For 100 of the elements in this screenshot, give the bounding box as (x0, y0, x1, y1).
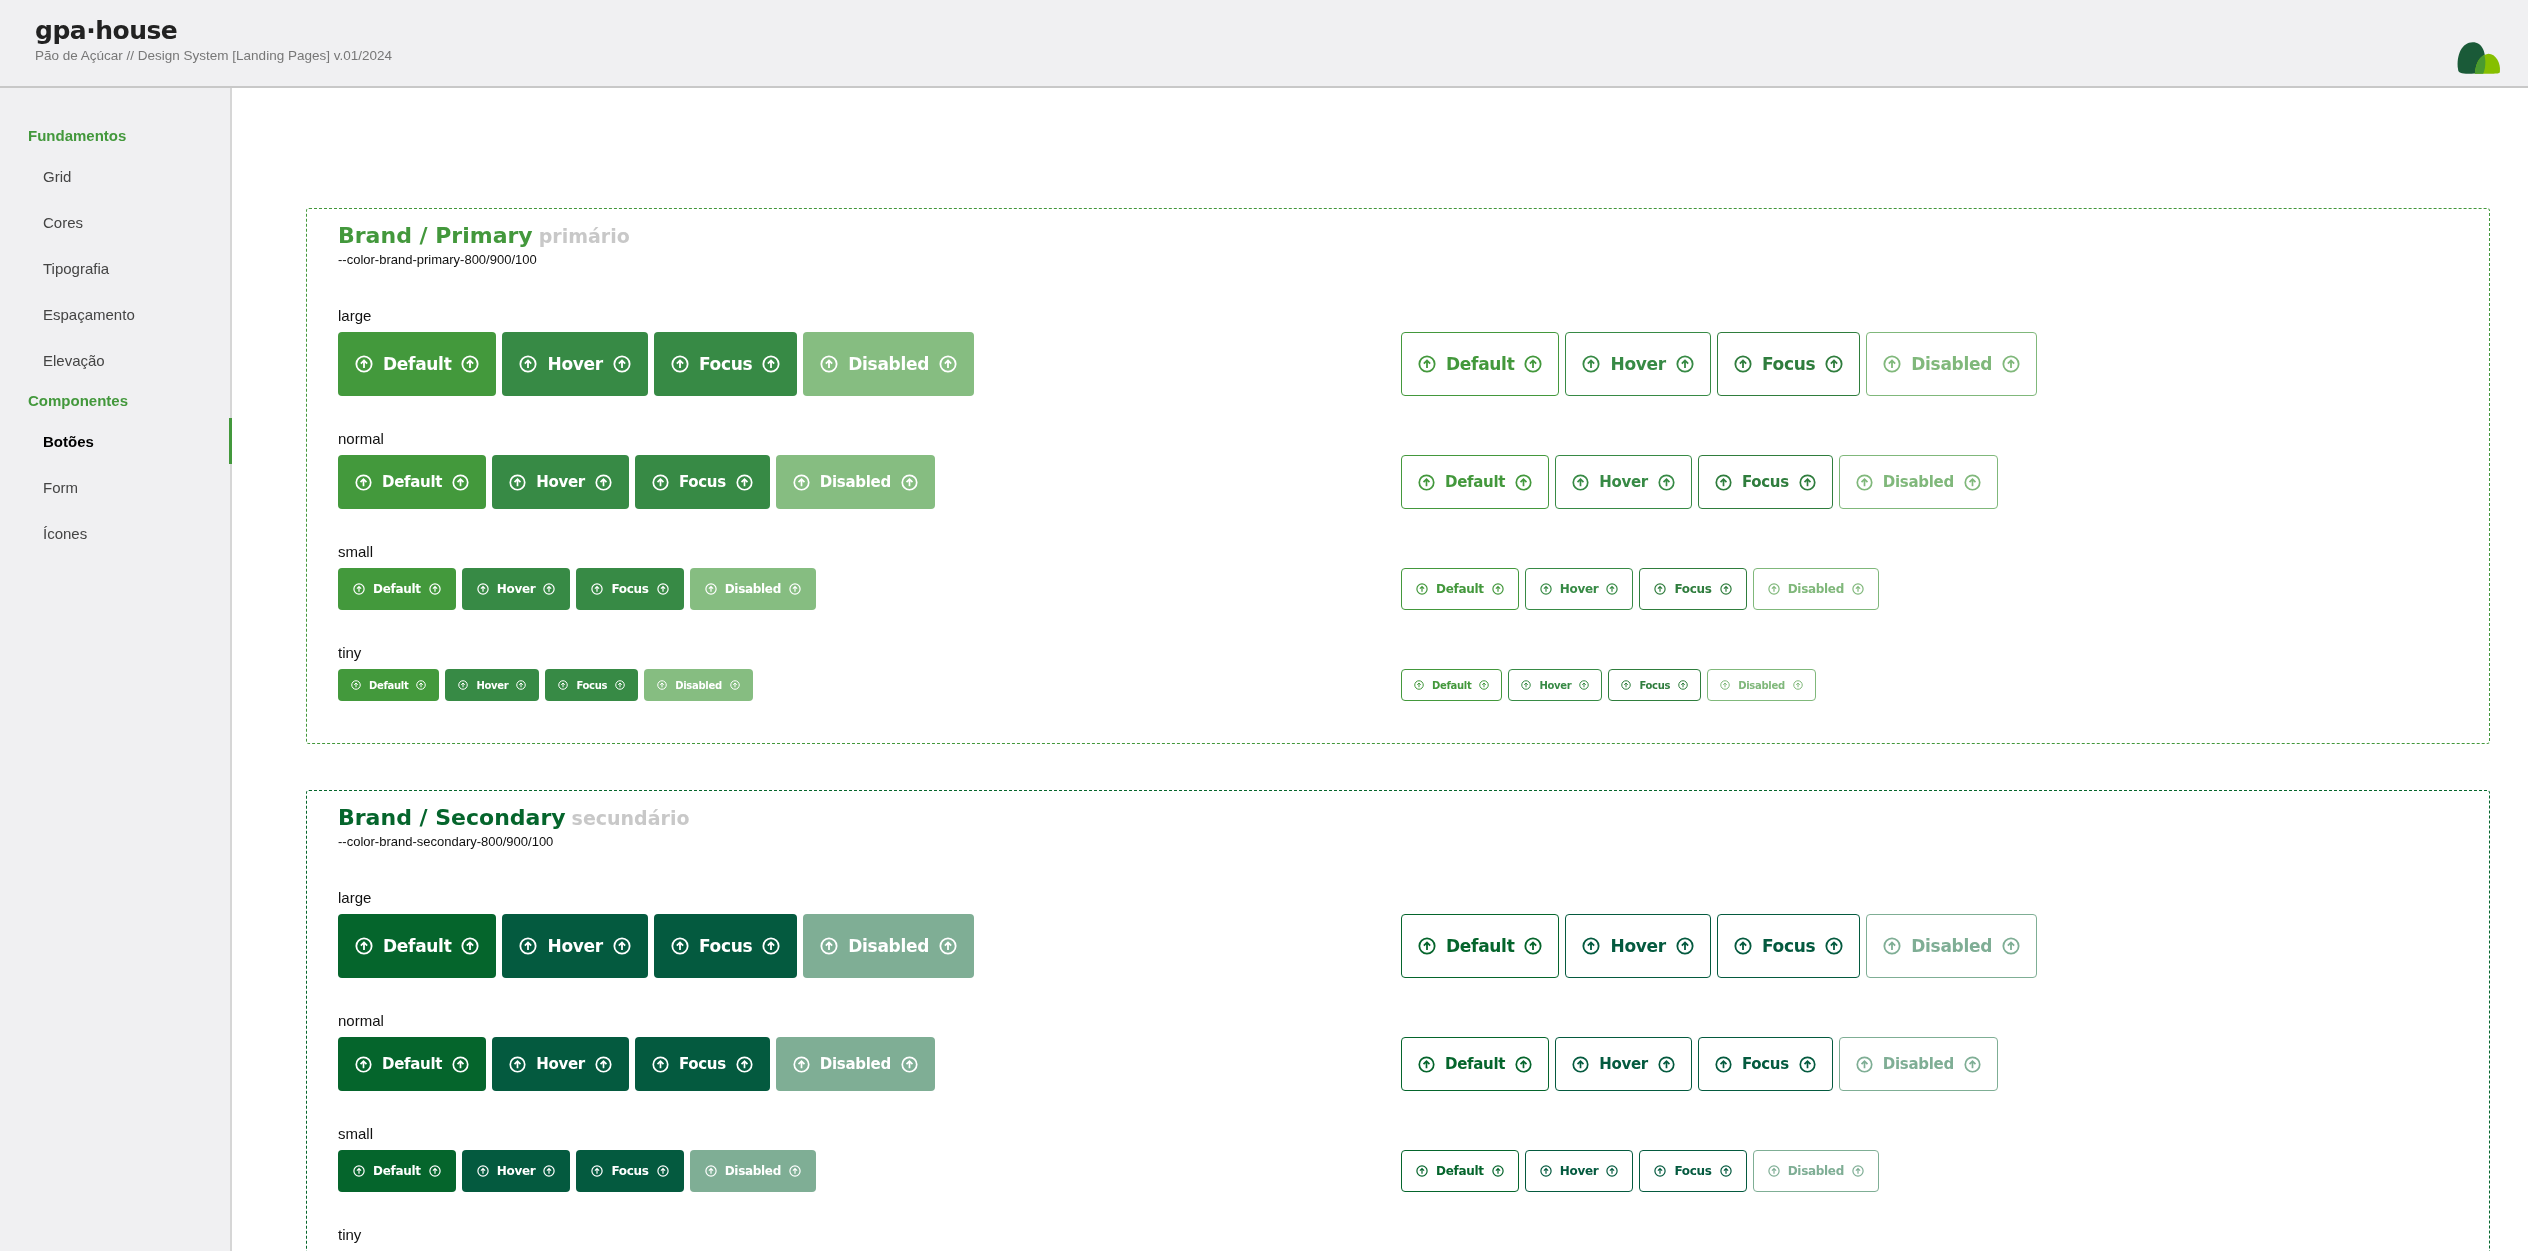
sidebar-item[interactable]: Ícones (0, 510, 232, 556)
arrow-up-circle-icon (476, 583, 489, 595)
outline-button[interactable]: Default (1401, 1037, 1550, 1091)
outline-button[interactable]: Disabled (1752, 1150, 1879, 1192)
arrow-up-circle-icon (612, 355, 631, 373)
filled-button[interactable]: Default (338, 1037, 487, 1091)
sidebar-item[interactable]: Cores (0, 199, 232, 245)
arrow-up-circle-icon (458, 680, 469, 690)
arrow-up-circle-icon (789, 583, 801, 595)
arrow-up-circle-icon (351, 680, 361, 690)
filled-button[interactable]: Disabled (803, 914, 975, 978)
arrow-up-circle-icon (1767, 1165, 1780, 1177)
outline-button[interactable]: Focus (1697, 1037, 1833, 1091)
filled-button[interactable]: Disabled (803, 332, 975, 396)
filled-button[interactable]: Hover (445, 669, 540, 701)
outline-button[interactable]: Hover (1565, 914, 1711, 978)
filled-button[interactable]: Focus (653, 914, 798, 978)
filled-button[interactable]: Default (338, 568, 456, 610)
filled-button[interactable]: Focus (634, 455, 770, 509)
outline-button[interactable]: Hover (1565, 332, 1711, 396)
filled-button[interactable]: Hover (502, 332, 648, 396)
outline-button[interactable]: Hover (1524, 1150, 1634, 1192)
outline-button[interactable]: Focus (1697, 455, 1833, 509)
arrow-up-circle-icon (355, 473, 372, 491)
filled-button[interactable]: Hover (492, 455, 629, 509)
filled-button[interactable]: Default (338, 455, 487, 509)
outline-button[interactable]: Focus (1608, 669, 1702, 701)
outline-button[interactable]: Focus (1639, 1150, 1747, 1192)
outline-button[interactable]: Default (1401, 914, 1560, 978)
arrow-up-circle-icon (1606, 1165, 1619, 1177)
arrow-up-circle-icon (1798, 473, 1816, 491)
arrow-up-circle-icon (1792, 680, 1803, 690)
outline-button[interactable]: Default (1401, 455, 1550, 509)
size-label: normal (338, 430, 385, 447)
arrow-up-circle-icon (792, 473, 810, 491)
outline-button[interactable]: Hover (1555, 1037, 1692, 1091)
filled-button[interactable]: Hover (492, 1037, 629, 1091)
size-label: tiny (338, 1226, 363, 1243)
arrow-up-circle-icon (416, 680, 427, 690)
outline-button[interactable]: Disabled (1838, 1037, 1998, 1091)
outline-button[interactable]: Disabled (1866, 332, 2038, 396)
outline-button[interactable]: Default (1401, 669, 1503, 701)
outline-button[interactable]: Default (1401, 568, 1519, 610)
arrow-up-circle-icon (789, 1165, 801, 1177)
outline-button[interactable]: Focus (1716, 332, 1861, 396)
sidebar-item[interactable]: Tipografia (0, 245, 232, 291)
filled-button[interactable]: Disabled (689, 568, 816, 610)
outline-button[interactable]: Disabled (1866, 914, 2038, 978)
arrow-up-circle-icon (543, 1165, 556, 1177)
filled-button[interactable]: Default (338, 332, 497, 396)
filled-button[interactable]: Focus (576, 568, 684, 610)
filled-button[interactable]: Disabled (775, 1037, 935, 1091)
filled-button[interactable]: Focus (634, 1037, 770, 1091)
filled-button[interactable]: Hover (461, 1150, 571, 1192)
filled-button[interactable]: Focus (653, 332, 798, 396)
arrow-up-circle-icon (1572, 473, 1590, 491)
sidebar-item[interactable]: Grid (0, 153, 232, 199)
arrow-up-circle-icon (939, 355, 958, 373)
filled-button[interactable]: Default (338, 914, 497, 978)
outline-button[interactable]: Focus (1716, 914, 1861, 978)
arrow-up-circle-icon (353, 583, 365, 595)
size-label: normal (338, 1012, 385, 1029)
filled-button[interactable]: Default (338, 669, 440, 701)
size-label: small (338, 1125, 374, 1142)
sidebar-item[interactable]: Espaçamento (0, 291, 232, 337)
outline-button[interactable]: Focus (1639, 568, 1747, 610)
outline-button[interactable]: Hover (1508, 669, 1603, 701)
sidebar-item[interactable]: Elevação (0, 337, 232, 383)
sidebar-item[interactable]: Botões (0, 418, 232, 464)
arrow-up-circle-icon (704, 583, 717, 595)
filled-button[interactable]: Hover (461, 568, 571, 610)
filled-button[interactable]: Focus (576, 1150, 684, 1192)
outline-button[interactable]: Hover (1555, 455, 1692, 509)
arrow-up-circle-icon (2002, 937, 2021, 955)
filled-button[interactable]: Disabled (775, 455, 935, 509)
arrow-up-circle-icon (1515, 1055, 1533, 1073)
arrow-up-circle-icon (516, 680, 527, 690)
outline-button[interactable]: Default (1401, 1150, 1519, 1192)
arrow-up-circle-icon (615, 680, 626, 690)
filled-button[interactable]: Disabled (689, 1150, 816, 1192)
arrow-up-circle-icon (1579, 680, 1590, 690)
arrow-up-circle-icon (1855, 1055, 1873, 1073)
outline-button[interactable]: Disabled (1707, 669, 1816, 701)
sidebar-item[interactable]: Form (0, 464, 232, 510)
arrow-up-circle-icon (476, 1165, 489, 1177)
filled-button[interactable]: Disabled (644, 669, 753, 701)
arrow-up-circle-icon (820, 355, 839, 373)
arrow-up-circle-icon (355, 1055, 372, 1073)
filled-button[interactable]: Default (338, 1150, 456, 1192)
arrow-up-circle-icon (1714, 473, 1732, 491)
arrow-up-circle-icon (1883, 937, 1902, 955)
filled-button[interactable]: Focus (545, 669, 639, 701)
filled-button[interactable]: Hover (502, 914, 648, 978)
arrow-up-circle-icon (1491, 583, 1504, 595)
arrow-up-circle-icon (1798, 1055, 1816, 1073)
outline-button[interactable]: Disabled (1752, 568, 1879, 610)
outline-button[interactable]: Default (1401, 332, 1560, 396)
arrow-up-circle-icon (1654, 583, 1667, 595)
outline-button[interactable]: Disabled (1838, 455, 1998, 509)
outline-button[interactable]: Hover (1524, 568, 1634, 610)
